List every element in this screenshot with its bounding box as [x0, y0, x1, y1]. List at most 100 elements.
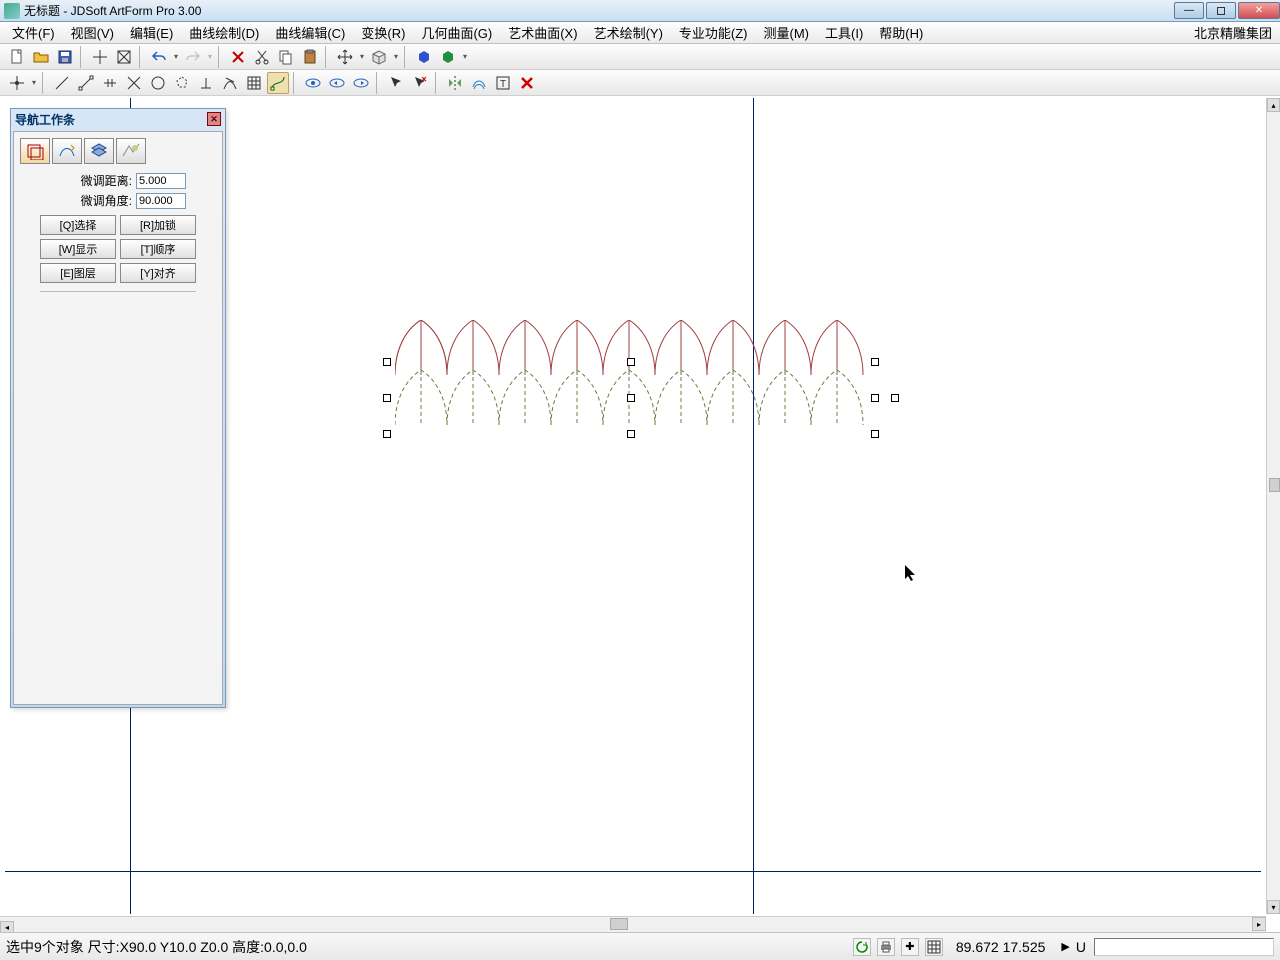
- toolbar-main: ▾ ▾ ▾ ▾ ▾: [0, 44, 1280, 70]
- status-play-icon[interactable]: ▶: [1061, 940, 1069, 953]
- line-tool-icon[interactable]: [51, 72, 73, 94]
- menu-pro[interactable]: 专业功能(Z): [671, 21, 756, 44]
- scroll-down-button[interactable]: ▾: [1267, 900, 1280, 914]
- offset-icon[interactable]: [468, 72, 490, 94]
- menu-curve-draw[interactable]: 曲线绘制(D): [181, 21, 267, 44]
- status-u-label: U: [1076, 939, 1086, 955]
- menu-edit[interactable]: 编辑(E): [122, 21, 181, 44]
- selection-handle[interactable]: [871, 430, 879, 438]
- horizontal-scrollbar[interactable]: ◂ ▸: [0, 916, 1266, 932]
- vertical-scrollbar[interactable]: ▴ ▾: [1266, 98, 1280, 914]
- drawing-pattern: [395, 320, 870, 440]
- selection-handle[interactable]: [627, 394, 635, 402]
- distance-input[interactable]: [136, 173, 186, 189]
- pointer-tool-icon[interactable]: [6, 72, 28, 94]
- menu-art-surface[interactable]: 艺术曲面(X): [500, 21, 585, 44]
- hscroll-thumb[interactable]: [610, 918, 628, 930]
- panel-tab-3[interactable]: [84, 138, 114, 164]
- status-grid-icon[interactable]: [925, 938, 943, 956]
- cut-icon[interactable]: [251, 46, 273, 68]
- menu-bar: 文件(F) 视图(V) 编辑(E) 曲线绘制(D) 曲线编辑(C) 变换(R) …: [0, 22, 1280, 44]
- selection-handle[interactable]: [383, 430, 391, 438]
- panel-tab-4[interactable]: [116, 138, 146, 164]
- vscroll-thumb[interactable]: [1269, 478, 1280, 492]
- selection-handle[interactable]: [871, 394, 879, 402]
- redo-dropdown[interactable]: ▾: [206, 52, 214, 61]
- cursor-icon: [904, 564, 918, 582]
- panel-close-button[interactable]: ✕: [207, 112, 221, 126]
- selection-handle[interactable]: [383, 394, 391, 402]
- copy-icon[interactable]: [275, 46, 297, 68]
- move-dropdown[interactable]: ▾: [358, 52, 366, 61]
- status-cross-icon[interactable]: ✚: [901, 938, 919, 956]
- render-green-icon[interactable]: [437, 46, 459, 68]
- menu-geo-surface[interactable]: 几何曲面(G): [413, 21, 500, 44]
- selection-handle[interactable]: [891, 394, 899, 402]
- paste-icon[interactable]: [299, 46, 321, 68]
- angle-input[interactable]: [136, 193, 186, 209]
- angle-label: 微调角度:: [81, 192, 132, 209]
- menu-measure[interactable]: 测量(M): [756, 21, 818, 44]
- undo-dropdown[interactable]: ▾: [172, 52, 180, 61]
- select-button[interactable]: [Q]选择: [40, 215, 116, 235]
- menu-file[interactable]: 文件(F): [4, 21, 63, 44]
- delete-node-icon[interactable]: [409, 72, 431, 94]
- selection-handle[interactable]: [627, 430, 635, 438]
- trim-icon[interactable]: [99, 72, 121, 94]
- selection-handle[interactable]: [627, 358, 635, 366]
- text-icon[interactable]: T: [492, 72, 514, 94]
- view-prev-icon[interactable]: [326, 72, 348, 94]
- selection-handle[interactable]: [871, 358, 879, 366]
- menu-help[interactable]: 帮助(H): [871, 21, 931, 44]
- scroll-up-button[interactable]: ▴: [1267, 98, 1280, 112]
- delete-icon[interactable]: [227, 46, 249, 68]
- pointer-dropdown[interactable]: ▾: [30, 78, 38, 87]
- redo-icon[interactable]: [182, 46, 204, 68]
- move-icon[interactable]: [334, 46, 356, 68]
- display-button[interactable]: [W]显示: [40, 239, 116, 259]
- open-file-icon[interactable]: [30, 46, 52, 68]
- status-print-icon[interactable]: [877, 938, 895, 956]
- view-next-icon[interactable]: [350, 72, 372, 94]
- menu-curve-edit[interactable]: 曲线编辑(C): [267, 21, 353, 44]
- mirror-icon[interactable]: [444, 72, 466, 94]
- maximize-button[interactable]: [1206, 2, 1236, 19]
- intersect-icon[interactable]: [123, 72, 145, 94]
- menu-tools[interactable]: 工具(I): [817, 21, 871, 44]
- panel-tab-2[interactable]: [52, 138, 82, 164]
- snap-curve-icon[interactable]: [267, 72, 289, 94]
- tangent-icon[interactable]: [219, 72, 241, 94]
- order-button[interactable]: [T]顺序: [120, 239, 196, 259]
- render-blue-icon[interactable]: [413, 46, 435, 68]
- menu-art-draw[interactable]: 艺术绘制(Y): [586, 21, 671, 44]
- status-refresh-icon[interactable]: [853, 938, 871, 956]
- bounds-icon[interactable]: [113, 46, 135, 68]
- new-file-icon[interactable]: [6, 46, 28, 68]
- select-arrow-icon[interactable]: [385, 72, 407, 94]
- selection-handle[interactable]: [383, 358, 391, 366]
- save-file-icon[interactable]: [54, 46, 76, 68]
- crosshair-icon[interactable]: [89, 46, 111, 68]
- node-edit-icon[interactable]: [75, 72, 97, 94]
- minimize-button[interactable]: —: [1174, 2, 1204, 19]
- polygon-tool-icon[interactable]: [171, 72, 193, 94]
- lock-button[interactable]: [R]加锁: [120, 215, 196, 235]
- close-button[interactable]: ✕: [1238, 2, 1280, 19]
- box3d-dropdown[interactable]: ▾: [392, 52, 400, 61]
- grid-icon[interactable]: [243, 72, 265, 94]
- scroll-right-button[interactable]: ▸: [1252, 917, 1266, 931]
- perpendicular-icon[interactable]: [195, 72, 217, 94]
- menu-transform[interactable]: 变换(R): [353, 21, 413, 44]
- render-dropdown[interactable]: ▾: [461, 52, 469, 61]
- align-button[interactable]: [Y]对齐: [120, 263, 196, 283]
- layer-button[interactable]: [E]图层: [40, 263, 116, 283]
- status-input[interactable]: [1094, 938, 1274, 956]
- circle-tool-icon[interactable]: [147, 72, 169, 94]
- cancel-icon[interactable]: [516, 72, 538, 94]
- view-all-icon[interactable]: [302, 72, 324, 94]
- undo-icon[interactable]: [148, 46, 170, 68]
- box3d-icon[interactable]: [368, 46, 390, 68]
- toolbar-edit: ▾ T: [0, 70, 1280, 96]
- menu-view[interactable]: 视图(V): [63, 21, 122, 44]
- panel-tab-1[interactable]: [20, 138, 50, 164]
